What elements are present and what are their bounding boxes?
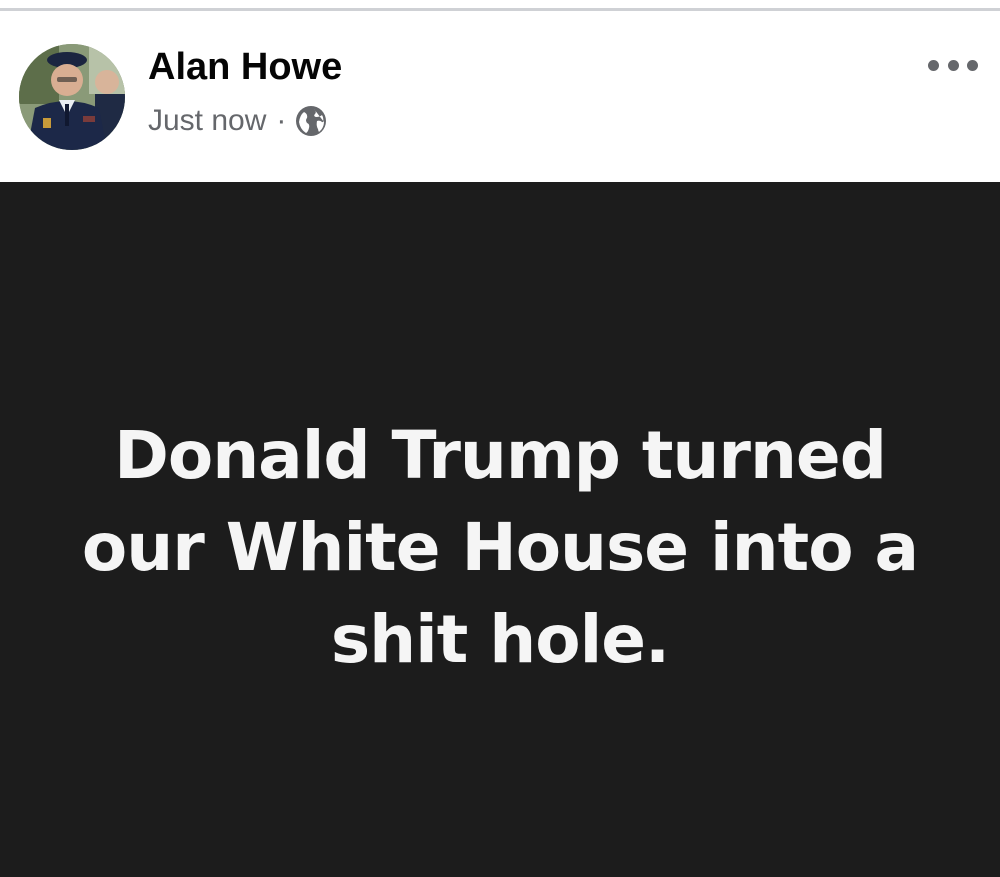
author-avatar[interactable] — [19, 44, 125, 150]
post-content-background: Donald Trump turned our White House into… — [0, 182, 1000, 877]
avatar-photo-icon — [19, 44, 125, 150]
post-meta: Just now · — [148, 103, 327, 139]
facebook-post: Alan Howe Just now · Donald Trump turned… — [0, 0, 1000, 877]
more-dot — [928, 59, 939, 71]
post-timestamp[interactable]: Just now — [148, 103, 266, 139]
meta-separator: · — [276, 104, 287, 137]
more-options-icon[interactable] — [928, 51, 978, 79]
more-dot — [947, 59, 959, 71]
post-body-text: Donald Trump turned our White House into… — [81, 417, 919, 678]
globe-icon[interactable] — [295, 105, 327, 137]
more-dot — [967, 59, 978, 71]
post-header: Alan Howe Just now · — [0, 11, 1000, 182]
author-name[interactable]: Alan Howe — [148, 45, 342, 89]
